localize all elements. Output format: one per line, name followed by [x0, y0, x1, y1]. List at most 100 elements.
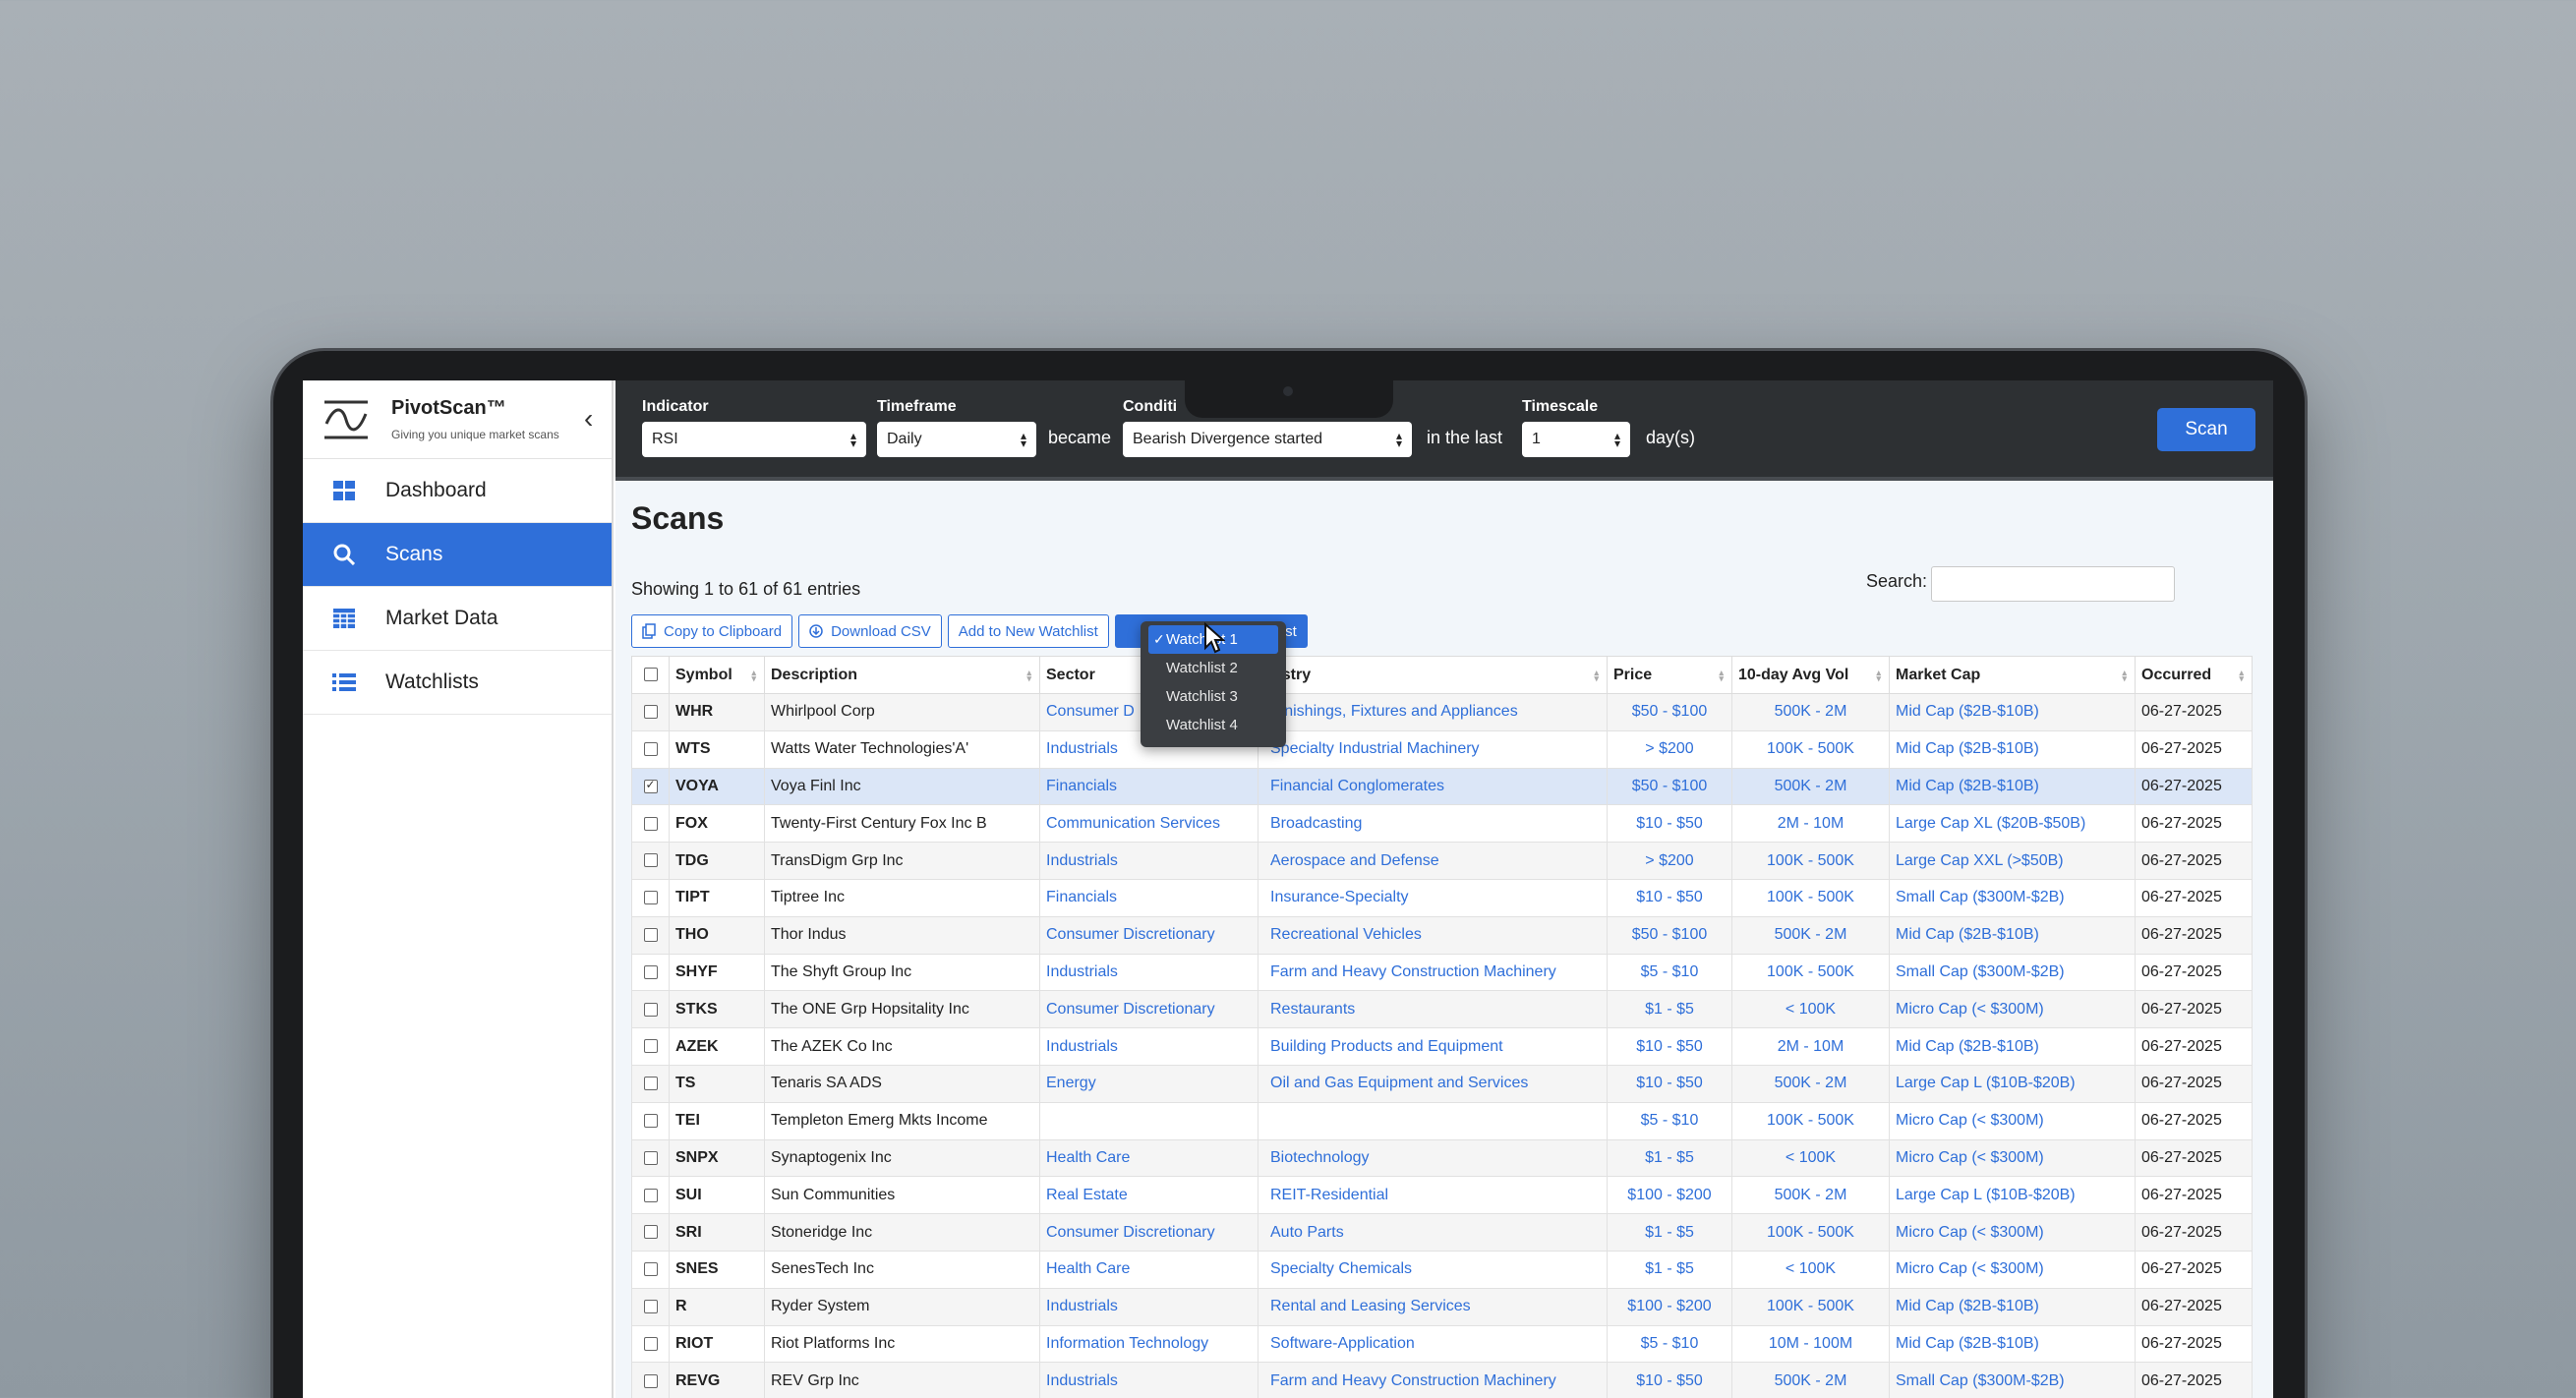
collapse-sidebar-icon[interactable]: ‹	[584, 405, 604, 433]
table-row[interactable]: SHYF The Shyft Group Inc Industrials Farm a…	[631, 953, 2253, 992]
row-checkbox[interactable]	[643, 1299, 658, 1313]
add-to-new-watchlist-button[interactable]: Add to New Watchlist	[947, 614, 1109, 648]
table-row[interactable]: TS Tenaris SA ADS Energy Oil and Gas Equipm…	[631, 1064, 2253, 1103]
sector-link[interactable]: Financials	[1039, 878, 1259, 917]
price-link[interactable]: $50 - $100	[1607, 915, 1732, 955]
table-row[interactable]: SNES SenesTech Inc Health Care Specialty Ch…	[631, 1250, 2253, 1289]
column-header-description[interactable]: Description ▴ ▾	[764, 656, 1040, 694]
row-checkbox[interactable]	[643, 1039, 658, 1054]
sector-link[interactable]: Real Estate	[1039, 1176, 1259, 1215]
volume-link[interactable]: 500K - 2M	[1731, 767, 1890, 806]
row-checkbox[interactable]	[643, 1225, 658, 1240]
sector-link[interactable]: Industrials	[1039, 953, 1259, 992]
industry-link[interactable]: Specialty Industrial Machinery	[1258, 729, 1608, 769]
table-row[interactable]: AZEK The AZEK Co Inc Industrials Building P…	[631, 1027, 2253, 1066]
sector-link[interactable]: Consumer Discretionary	[1039, 990, 1259, 1029]
market-cap-link[interactable]: Mid Cap ($2B-$10B)	[1889, 1324, 2136, 1364]
industry-link[interactable]: Insurance-Specialty	[1258, 878, 1608, 917]
table-row[interactable]: TEI Templeton Emerg Mkts Income $5 - $10 10…	[631, 1101, 2253, 1140]
row-checkbox[interactable]	[643, 927, 658, 942]
volume-link[interactable]: 100K - 500K	[1731, 878, 1890, 917]
indicator-select[interactable]: RSI ▴ ▾	[642, 422, 866, 457]
timeframe-select[interactable]: Daily ▴ ▾	[877, 422, 1036, 457]
volume-link[interactable]: 2M - 10M	[1731, 804, 1890, 844]
sector-link[interactable]: Information Technology	[1039, 1324, 1259, 1364]
table-row[interactable]: RIOT Riot Platforms Inc Information Techno…	[631, 1324, 2253, 1364]
volume-link[interactable]: 500K - 2M	[1731, 1064, 1890, 1103]
download-csv-button[interactable]: Download CSV	[798, 614, 942, 648]
table-row[interactable]: SNPX Synaptogenix Inc Health Care Biotechno…	[631, 1138, 2253, 1178]
sector-link[interactable]: Communication Services	[1039, 804, 1259, 844]
market-cap-link[interactable]: Mid Cap ($2B-$10B)	[1889, 729, 2136, 769]
industry-link[interactable]: Rental and Leasing Services	[1258, 1287, 1608, 1326]
industry-link[interactable]: Farm and Heavy Construction Machinery	[1258, 1362, 1608, 1398]
price-link[interactable]: $1 - $5	[1607, 990, 1732, 1029]
market-cap-link[interactable]: Micro Cap (< $300M)	[1889, 990, 2136, 1029]
copy-to-clipboard-button[interactable]: Copy to Clipboard	[631, 614, 793, 648]
industry-link[interactable]: Oil and Gas Equipment and Services	[1258, 1064, 1608, 1103]
industry-link[interactable]: Aerospace and Defense	[1258, 842, 1608, 880]
industry-link[interactable]: Financial Conglomerates	[1258, 767, 1608, 806]
industry-link[interactable]	[1258, 1101, 1608, 1140]
industry-link[interactable]: Building Products and Equipment	[1258, 1027, 1608, 1066]
price-link[interactable]: $1 - $5	[1607, 1138, 1732, 1178]
sector-link[interactable]: Health Care	[1039, 1250, 1259, 1289]
price-link[interactable]: $5 - $10	[1607, 1101, 1732, 1140]
industry-link[interactable]: urnishings, Fixtures and Appliances	[1258, 693, 1608, 731]
market-cap-link[interactable]: Mid Cap ($2B-$10B)	[1889, 915, 2136, 955]
price-link[interactable]: $5 - $10	[1607, 953, 1732, 992]
market-cap-link[interactable]: Small Cap ($300M-$2B)	[1889, 878, 2136, 917]
table-row[interactable]: REVG REV Grp Inc Industrials Farm and Heavy…	[631, 1362, 2253, 1398]
table-row[interactable]: WTS Watts Water Technologies'A' Industrial…	[631, 729, 2253, 769]
row-checkbox[interactable]	[643, 705, 658, 720]
market-cap-link[interactable]: Micro Cap (< $300M)	[1889, 1101, 2136, 1140]
price-link[interactable]: $1 - $5	[1607, 1213, 1732, 1252]
column-header-occurred[interactable]: Occurred ▴ ▾	[2135, 656, 2253, 694]
price-link[interactable]: $1 - $5	[1607, 1250, 1732, 1289]
volume-link[interactable]: 500K - 2M	[1731, 1176, 1890, 1215]
volume-link[interactable]: 10M - 100M	[1731, 1324, 1890, 1364]
price-link[interactable]: $50 - $100	[1607, 693, 1732, 731]
row-checkbox[interactable]	[643, 778, 658, 793]
sector-link[interactable]: Energy	[1039, 1064, 1259, 1103]
market-cap-link[interactable]: Large Cap L ($10B-$20B)	[1889, 1176, 2136, 1215]
table-row[interactable]: SUI Sun Communities Real Estate REIT-Reside…	[631, 1176, 2253, 1215]
volume-link[interactable]: < 100K	[1731, 990, 1890, 1029]
timescale-select[interactable]: 1 ▴ ▾	[1522, 422, 1630, 457]
market-cap-link[interactable]: Large Cap L ($10B-$20B)	[1889, 1064, 2136, 1103]
volume-link[interactable]: 500K - 2M	[1731, 693, 1890, 731]
table-row[interactable]: THO Thor Indus Consumer Discretionary Recre…	[631, 915, 2253, 955]
market-cap-link[interactable]: Mid Cap ($2B-$10B)	[1889, 1027, 2136, 1066]
select-all-checkbox[interactable]	[643, 668, 658, 682]
row-checkbox[interactable]	[643, 1188, 658, 1202]
volume-link[interactable]: < 100K	[1731, 1250, 1890, 1289]
row-checkbox[interactable]	[643, 1113, 658, 1128]
table-row[interactable]: TDG TransDigm Grp Inc Industrials Aerospace…	[631, 842, 2253, 880]
select-all-header[interactable]	[631, 656, 670, 694]
row-checkbox[interactable]	[643, 964, 658, 979]
volume-link[interactable]: < 100K	[1731, 1138, 1890, 1178]
sidebar-item-market-data[interactable]: Market Data	[303, 587, 612, 651]
row-checkbox[interactable]	[643, 853, 658, 868]
price-link[interactable]: > $200	[1607, 842, 1732, 880]
dropdown-item-watchlist-3[interactable]: Watchlist 3	[1148, 682, 1278, 711]
sector-link[interactable]: Financials	[1039, 767, 1259, 806]
column-header-price[interactable]: Price ▴ ▾	[1607, 656, 1732, 694]
column-header-10-day-avg-vol[interactable]: 10-day Avg Vol ▴ ▾	[1731, 656, 1890, 694]
sector-link[interactable]: Industrials	[1039, 1362, 1259, 1398]
volume-link[interactable]: 100K - 500K	[1731, 1213, 1890, 1252]
row-checkbox[interactable]	[643, 741, 658, 756]
volume-link[interactable]: 100K - 500K	[1731, 842, 1890, 880]
scan-button[interactable]: Scan	[2157, 408, 2255, 451]
price-link[interactable]: $10 - $50	[1607, 1064, 1732, 1103]
search-input[interactable]	[1931, 566, 2175, 602]
column-header-industry[interactable]: ustry ▴ ▾	[1258, 656, 1608, 694]
table-row[interactable]: SRI Stoneridge Inc Consumer Discretionary A…	[631, 1213, 2253, 1252]
price-link[interactable]: $100 - $200	[1607, 1287, 1732, 1326]
volume-link[interactable]: 2M - 10M	[1731, 1027, 1890, 1066]
row-checkbox[interactable]	[643, 1336, 658, 1351]
sector-link[interactable]: Industrials	[1039, 842, 1259, 880]
column-header-symbol[interactable]: Symbol ▴ ▾	[669, 656, 765, 694]
table-row[interactable]: R Ryder System Industrials Rental and Leasi…	[631, 1287, 2253, 1326]
table-row[interactable]: TIPT Tiptree Inc Financials Insurance-Speci…	[631, 878, 2253, 917]
